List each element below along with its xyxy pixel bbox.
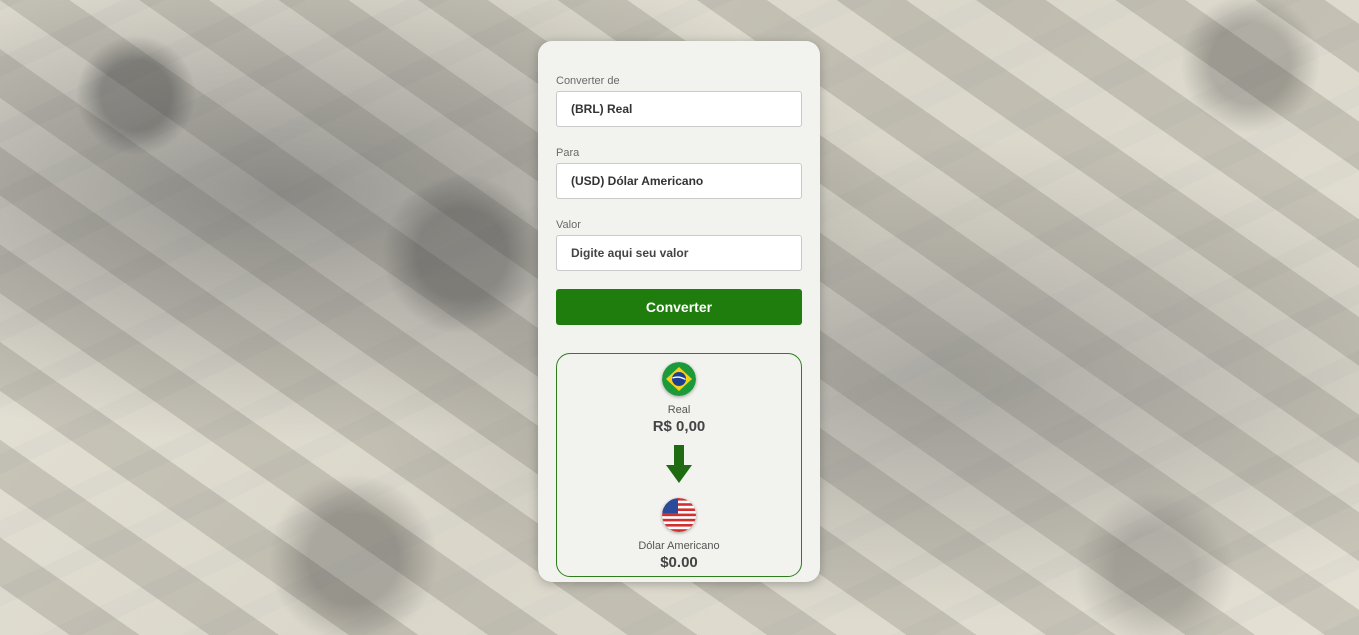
to-label: Para [556, 147, 580, 159]
to-currency-name: Dólar Americano [638, 540, 720, 552]
result-panel: Real R$ 0,00 Dólar Americano $0.00 [556, 353, 802, 577]
from-currency-select[interactable]: (BRL) Real [556, 91, 802, 127]
from-currency-name: Real [667, 404, 691, 416]
from-group: Converter de (BRL) Real [556, 75, 802, 127]
arrow-down-icon [666, 445, 692, 488]
to-currency-value: (USD) Dólar Americano [571, 174, 704, 188]
from-label: Converter de [556, 75, 620, 87]
from-currency-amount: R$ 0,00 [652, 418, 706, 435]
brazil-flag-icon [662, 362, 696, 396]
to-currency-select[interactable]: (USD) Dólar Americano [556, 163, 802, 199]
convert-button[interactable]: Converter [556, 289, 802, 325]
usa-flag-icon [662, 498, 696, 532]
amount-group: Valor [556, 219, 802, 271]
amount-input[interactable] [556, 235, 802, 271]
amount-label: Valor [556, 219, 581, 231]
converter-card: Converter de (BRL) Real Para (USD) Dólar… [538, 41, 820, 582]
to-group: Para (USD) Dólar Americano [556, 147, 802, 199]
from-currency-value: (BRL) Real [571, 102, 633, 116]
to-currency-amount: $0.00 [660, 554, 698, 571]
